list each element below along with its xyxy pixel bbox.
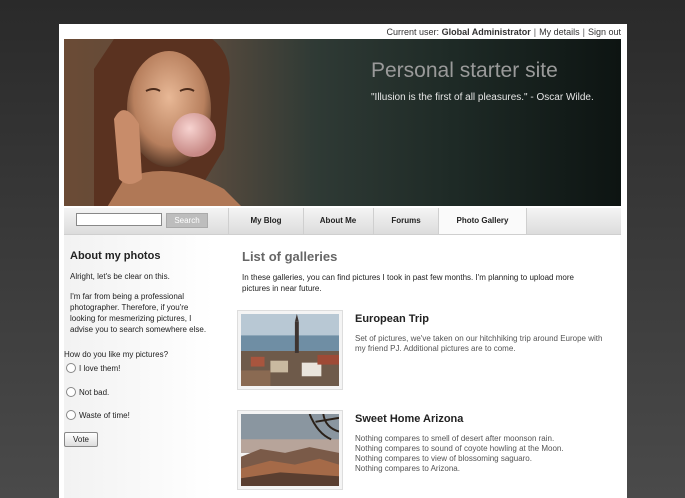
user-bar: Current user: Global Administrator | My de… (386, 27, 621, 37)
gallery-description-line: Nothing compares to sound of coyote howl… (355, 444, 564, 453)
sidebar-text: I'm far from being a professional photog… (70, 292, 207, 334)
current-user-name: Global Administrator (441, 27, 531, 37)
poll-option-not-bad[interactable]: Not bad. (66, 387, 109, 397)
site-title: Personal starter site (371, 59, 558, 82)
vote-button[interactable]: Vote (64, 432, 98, 447)
header-banner: Personal starter site "Illusion is the f… (64, 39, 621, 206)
site-quote: "Illusion is the first of all pleasures.… (371, 92, 594, 103)
tab-forums[interactable]: Forums (374, 208, 439, 234)
page: Current user: Global Administrator | My de… (59, 24, 627, 498)
search-input[interactable] (76, 213, 162, 226)
tab-my-blog[interactable]: My Blog (228, 208, 304, 234)
poll-option-love[interactable]: I love them! (66, 363, 120, 373)
gallery-thumbnail[interactable] (237, 410, 343, 490)
sidebar-intro: Alright, let's be clear on this. (70, 272, 170, 281)
sign-out-link[interactable]: Sign out (588, 27, 621, 37)
gallery-item-sweet-home-arizona: Sweet Home Arizona Nothing compares to s… (237, 410, 617, 494)
gallery-description: Nothing compares to smell of desert afte… (355, 434, 615, 474)
tab-photo-gallery[interactable]: Photo Gallery (439, 208, 527, 234)
radio-button-icon[interactable] (66, 410, 76, 420)
radio-button-icon[interactable] (66, 387, 76, 397)
gallery-thumbnail-image (241, 413, 340, 486)
poll-option-label: I love them! (79, 363, 121, 373)
gallery-item-european-trip: European Trip Set of pictures, we've tak… (237, 310, 617, 394)
gallery-thumbnail[interactable] (237, 310, 343, 390)
my-details-link[interactable]: My details (539, 27, 580, 37)
tab-about-me[interactable]: About Me (303, 208, 374, 234)
current-user-label: Current user: (386, 27, 440, 37)
poll-option-label: Waste of time! (79, 410, 130, 420)
gallery-description-line: Nothing compares to smell of desert afte… (355, 434, 555, 443)
navigation-bar: Search My Blog About Me Forums Photo Gal… (64, 208, 621, 235)
gallery-description-line: Nothing compares to Arizona. (355, 464, 460, 473)
gallery-description: Set of pictures, we've taken on our hitc… (355, 334, 603, 353)
sidebar: About my photos Alright, let's be clear … (64, 235, 214, 498)
poll-question: How do you like my pictures? (64, 350, 169, 359)
gallery-title[interactable]: Sweet Home Arizona (355, 413, 463, 425)
radio-button-icon[interactable] (66, 363, 76, 373)
galleries-intro: In these galleries, you can find picture… (242, 273, 574, 293)
sidebar-heading: About my photos (70, 250, 161, 262)
banner-portrait-image (94, 39, 241, 206)
gallery-description-line: Nothing compares to view of blossoming s… (355, 454, 532, 463)
gallery-title[interactable]: European Trip (355, 313, 429, 325)
poll-option-label: Not bad. (79, 387, 110, 397)
poll-option-waste[interactable]: Waste of time! (66, 410, 130, 420)
search-button[interactable]: Search (166, 213, 208, 228)
gallery-thumbnail-image (241, 314, 339, 386)
page-title: List of galleries (242, 249, 338, 264)
